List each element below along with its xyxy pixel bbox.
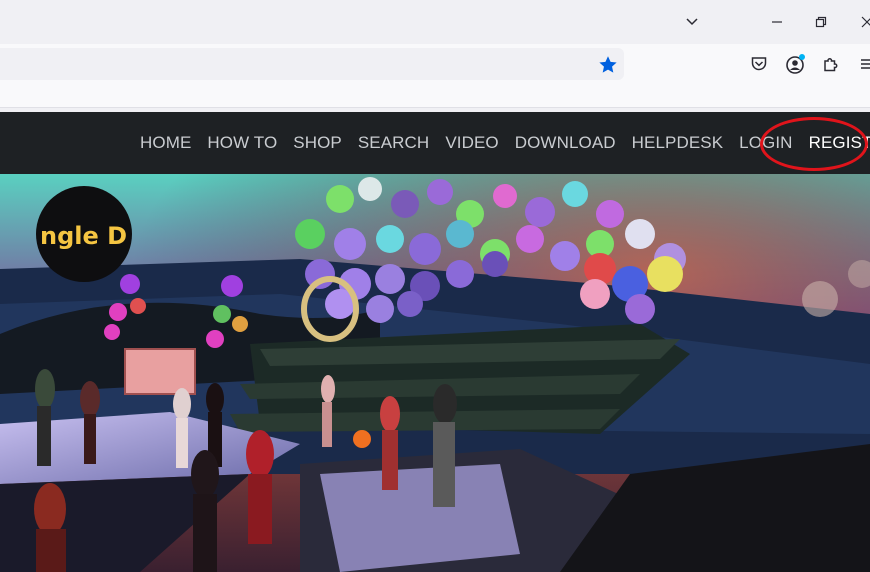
puzzle-icon[interactable] <box>819 52 843 76</box>
nav-login[interactable]: LOGIN <box>731 133 800 153</box>
nav-home[interactable]: HOME <box>132 133 199 153</box>
nav-links: HOME HOW TO SHOP SEARCH VIDEO DOWNLOAD H… <box>132 112 870 174</box>
star-icon[interactable] <box>597 54 619 76</box>
browser-titlebar <box>0 0 870 44</box>
site-navigation: HOME HOW TO SHOP SEARCH VIDEO DOWNLOAD H… <box>0 112 870 174</box>
hero-sign-text: ngle D <box>40 222 127 250</box>
nav-download[interactable]: DOWNLOAD <box>507 133 624 153</box>
hamburger-menu-icon[interactable] <box>855 52 870 76</box>
account-icon[interactable] <box>783 52 807 76</box>
pocket-icon[interactable] <box>747 52 771 76</box>
nav-how-to[interactable]: HOW TO <box>199 133 285 153</box>
restore-icon[interactable] <box>806 8 836 36</box>
minimize-icon[interactable] <box>762 8 792 36</box>
nav-shop[interactable]: SHOP <box>285 133 350 153</box>
chevron-down-icon[interactable] <box>680 12 704 32</box>
hero-scene-illustration: ngle D <box>0 174 870 572</box>
url-bar[interactable] <box>0 48 624 80</box>
hero-scene: ngle D <box>0 174 870 572</box>
close-icon[interactable] <box>852 8 870 36</box>
nav-helpdesk[interactable]: HELPDESK <box>624 133 732 153</box>
nav-register[interactable]: REGISTER <box>801 133 870 153</box>
bookmarks-toolbar <box>0 84 870 108</box>
nav-search[interactable]: SEARCH <box>350 133 437 153</box>
nav-video[interactable]: VIDEO <box>437 133 506 153</box>
